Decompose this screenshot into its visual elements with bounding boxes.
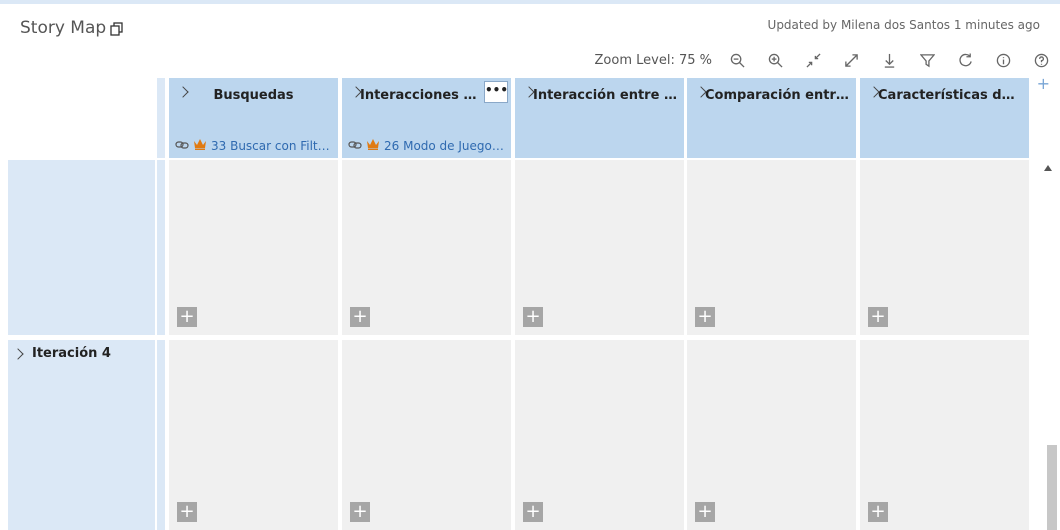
crown-icon [366, 138, 380, 153]
page-title: Story Map [20, 18, 124, 38]
parent-epic-link[interactable]: 33 Buscar con Filtros [211, 139, 334, 153]
story-cell: + [687, 340, 856, 530]
feature-title: Interacción entre un... [533, 88, 678, 103]
top-accent-bar [0, 0, 1060, 4]
add-column-icon[interactable]: + [1037, 74, 1050, 93]
refresh-icon[interactable] [946, 50, 984, 70]
story-cell: + [687, 160, 856, 335]
add-story-button[interactable]: + [350, 502, 370, 522]
add-story-button[interactable]: + [177, 307, 197, 327]
feature-title: Busquedas [213, 88, 294, 103]
feature-card[interactable]: Características de im... [860, 78, 1029, 158]
link-icon [348, 139, 362, 153]
story-cell: + [515, 340, 684, 530]
story-cell: + [169, 340, 338, 530]
story-cell: + [515, 160, 684, 335]
zoom-out-icon[interactable] [718, 50, 756, 70]
add-story-button[interactable]: + [695, 307, 715, 327]
parent-epic[interactable]: 33 Buscar con Filtros [175, 138, 334, 153]
feature-title: Características de im... [878, 88, 1023, 103]
last-updated-text: Updated by Milena dos Santos 1 minutes a… [767, 18, 1040, 32]
feature-title: Interacciones entre [360, 88, 481, 103]
add-story-button[interactable]: + [177, 502, 197, 522]
lane-strip [157, 160, 165, 335]
feature-title: Comparación entre ... [705, 88, 850, 103]
story-cell: + [342, 160, 511, 335]
more-options-button[interactable]: ••• [484, 81, 508, 103]
add-story-button[interactable]: + [868, 307, 888, 327]
feature-card[interactable]: Busquedas 33 Buscar con Filtros [169, 78, 338, 158]
zoom-level-label: Zoom Level: 75 % [594, 52, 712, 68]
iteration-header [8, 160, 155, 335]
add-story-button[interactable]: + [523, 307, 543, 327]
chevron-right-icon[interactable] [12, 347, 24, 360]
parent-epic[interactable]: 26 Modo de Juego ... [348, 138, 507, 153]
scroll-up-arrow[interactable] [1044, 165, 1052, 171]
crown-icon [193, 138, 207, 153]
download-icon[interactable] [870, 50, 908, 70]
board-corner [8, 78, 155, 158]
lane-strip [157, 78, 165, 158]
story-cell: + [860, 340, 1029, 530]
story-cell: + [342, 340, 511, 530]
copy-link-icon[interactable] [110, 21, 124, 36]
add-story-button[interactable]: + [350, 307, 370, 327]
lane-strip [157, 340, 165, 530]
iteration-header [8, 340, 155, 530]
collapse-icon[interactable] [794, 50, 832, 70]
story-cell: + [169, 160, 338, 335]
expand-icon[interactable] [832, 50, 870, 70]
feature-card[interactable]: Comparación entre ... [687, 78, 856, 158]
help-icon[interactable] [1022, 50, 1060, 70]
filter-icon[interactable] [908, 50, 946, 70]
link-icon [175, 139, 189, 153]
iteration-label-text: Iteración 4 [32, 346, 111, 361]
feature-card[interactable]: Interacciones entre ••• 26 Modo de Juego… [342, 78, 511, 158]
feature-card[interactable]: Interacción entre un... [515, 78, 684, 158]
story-cell: + [860, 160, 1029, 335]
toolbar: Zoom Level: 75 % [595, 50, 1060, 70]
add-story-button[interactable]: + [695, 502, 715, 522]
add-story-button[interactable]: + [868, 502, 888, 522]
parent-epic-link[interactable]: 26 Modo de Juego ... [384, 139, 507, 153]
vertical-scrollbar[interactable] [1047, 445, 1057, 530]
zoom-in-icon[interactable] [756, 50, 794, 70]
info-icon[interactable] [984, 50, 1022, 70]
iteration-label[interactable]: Iteración 4 [12, 346, 111, 361]
add-story-button[interactable]: + [523, 502, 543, 522]
page-title-text: Story Map [20, 18, 107, 38]
